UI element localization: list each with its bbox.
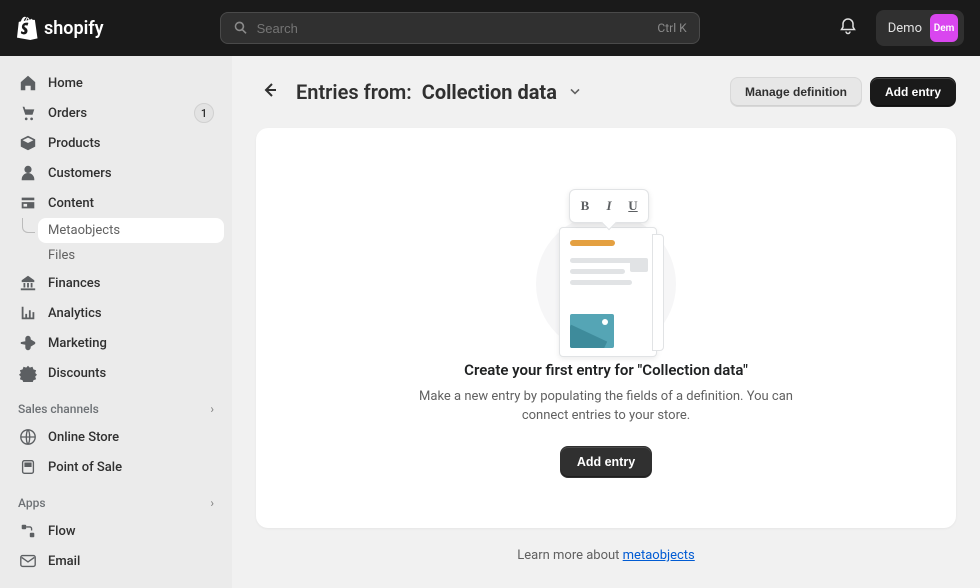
empty-state-title: Create your first entry for "Collection … xyxy=(464,361,748,379)
sidebar-item-content[interactable]: Content xyxy=(8,188,224,218)
email-icon xyxy=(18,551,38,571)
search-field[interactable] xyxy=(257,21,650,36)
chevron-down-icon xyxy=(567,83,583,99)
sidebar-item-pos[interactable]: Point of Sale xyxy=(8,452,224,482)
orders-icon xyxy=(18,103,38,123)
sidebar-item-discounts[interactable]: Discounts xyxy=(8,358,224,388)
add-entry-cta-button[interactable]: Add entry xyxy=(560,446,652,478)
sidebar-item-analytics[interactable]: Analytics xyxy=(8,298,224,328)
finances-icon xyxy=(18,273,38,293)
title-dropdown[interactable] xyxy=(567,80,583,104)
sidebar-item-orders[interactable]: Orders 1 xyxy=(8,98,224,128)
page-title: Entries from: Collection data xyxy=(296,80,583,104)
sidebar-item-files[interactable]: Files xyxy=(38,243,224,268)
search-icon xyxy=(233,20,249,36)
sidebar-item-metaobjects[interactable]: Metaobjects xyxy=(38,218,224,243)
products-icon xyxy=(18,133,38,153)
flow-icon xyxy=(18,521,38,541)
apps-header[interactable]: Apps › xyxy=(8,482,224,516)
sidebar-item-online-store[interactable]: Online Store xyxy=(8,422,224,452)
discounts-icon xyxy=(18,363,38,383)
sidebar-item-flow[interactable]: Flow xyxy=(8,516,224,546)
sidebar-item-finances[interactable]: Finances xyxy=(8,268,224,298)
sidebar-item-home[interactable]: Home xyxy=(8,68,224,98)
chevron-right-icon: › xyxy=(210,496,214,510)
content-icon xyxy=(18,193,38,213)
online-store-icon xyxy=(18,427,38,447)
brand-text: shopify xyxy=(44,18,104,39)
chevron-right-icon: › xyxy=(210,402,214,416)
learn-more-text: Learn more about metaobjects xyxy=(256,548,956,563)
marketing-icon xyxy=(18,333,38,353)
italic-icon: I xyxy=(598,196,620,216)
add-entry-button[interactable]: Add entry xyxy=(870,77,956,107)
bold-icon: B xyxy=(574,196,596,216)
manage-definition-button[interactable]: Manage definition xyxy=(730,77,862,107)
bell-icon xyxy=(838,16,858,36)
metaobjects-link[interactable]: metaobjects xyxy=(623,548,695,563)
back-button[interactable] xyxy=(256,76,284,108)
customers-icon xyxy=(18,163,38,183)
search-input[interactable]: Ctrl K xyxy=(220,12,700,44)
sidebar-item-marketing[interactable]: Marketing xyxy=(8,328,224,358)
notifications-button[interactable] xyxy=(832,10,864,46)
analytics-icon xyxy=(18,303,38,323)
search-shortcut: Ctrl K xyxy=(657,21,686,35)
shopify-logo[interactable]: shopify xyxy=(16,16,104,40)
empty-state-description: Make a new entry by populating the field… xyxy=(406,387,806,426)
sales-channels-header[interactable]: Sales channels › xyxy=(8,388,224,422)
empty-state-illustration: B I U xyxy=(531,179,681,349)
avatar: Dem xyxy=(930,14,958,42)
user-name: Demo xyxy=(888,21,922,36)
arrow-left-icon xyxy=(260,80,280,100)
user-menu[interactable]: Demo Dem xyxy=(876,10,964,46)
underline-icon: U xyxy=(622,196,644,216)
sidebar-item-customers[interactable]: Customers xyxy=(8,158,224,188)
sidebar-item-email[interactable]: Email xyxy=(8,546,224,576)
sidebar: Home Orders 1 Products Customers Content… xyxy=(0,56,232,588)
sidebar-item-products[interactable]: Products xyxy=(8,128,224,158)
orders-badge: 1 xyxy=(194,103,214,123)
home-icon xyxy=(18,73,38,93)
pos-icon xyxy=(18,457,38,477)
empty-state-card: B I U Create your first entry for "Colle… xyxy=(256,128,956,528)
